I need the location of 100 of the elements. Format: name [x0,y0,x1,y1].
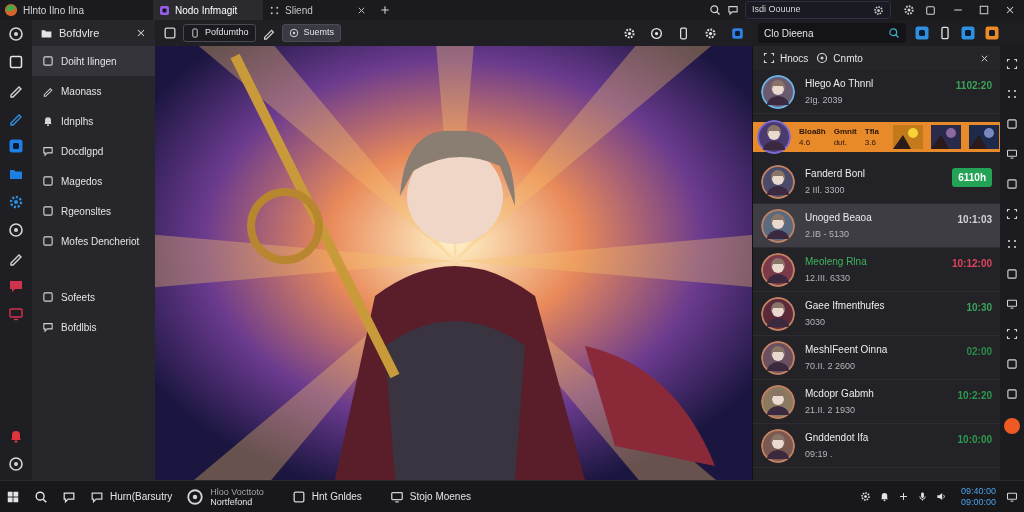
circle-icon[interactable] [8,456,24,472]
plus-icon[interactable] [379,4,391,16]
sidebar-item[interactable]: Maonass [32,76,155,106]
circle-icon[interactable] [186,487,205,506]
windows-icon[interactable] [6,489,20,504]
tile-icon[interactable] [731,26,744,40]
dots-icon[interactable] [1006,88,1018,100]
speaker-icon[interactable] [935,491,947,502]
tile-icon[interactable] [984,25,1000,41]
sidebar-item[interactable]: Mofes Dencheriot [32,226,155,256]
tab[interactable]: Nodo Infmagit [153,0,263,20]
bubble-icon[interactable] [8,278,24,294]
panel-tab[interactable]: Cnmto [816,50,863,66]
bell-icon[interactable] [42,115,54,127]
pen-icon[interactable] [42,85,54,97]
chat-item[interactable]: Unoged Beaoa 2.IB - 5130 10:1:03 [753,204,1000,248]
chat-icon[interactable] [42,145,54,157]
chat-icon[interactable] [62,489,76,504]
sidebar-item[interactable]: Magedos [32,166,155,196]
message-time: 2Ig. 2039 [805,93,844,107]
square-icon[interactable] [8,54,24,70]
square-icon[interactable] [42,291,54,303]
sidebar-item[interactable]: Rgeonsltes [32,196,155,226]
square-icon[interactable] [925,4,936,16]
promo-banner[interactable]: Bloa8h 4.6 Gmnit dut. Tfla 3.6 [753,122,1000,152]
chat-item[interactable]: Gnddendot Ifa 09:19 . 10:0:00 [753,424,1000,468]
close-icon[interactable] [1004,4,1016,16]
circle-icon[interactable] [8,26,24,42]
search-icon[interactable] [709,4,721,16]
contact-name: Unoged Beaoa [805,210,873,225]
tile-icon[interactable] [8,138,24,154]
chat-item[interactable]: Mcdopr Gabmh 21.II. 2 1930 10:2:20 [753,380,1000,424]
frame-icon[interactable] [1006,328,1018,340]
square-icon[interactable] [1006,358,1018,370]
square-icon[interactable] [42,235,54,247]
plus-icon[interactable] [897,491,909,502]
chat-icon[interactable] [90,489,104,504]
frame-icon[interactable] [1006,208,1018,220]
contact-name: MeshIFeent Oinna [805,342,889,357]
tile-icon[interactable] [960,25,976,41]
phone-icon[interactable] [190,28,200,38]
square-icon[interactable] [1006,178,1018,190]
search-icon[interactable] [34,489,48,504]
avatar-drawing [761,164,795,199]
square-icon[interactable] [1006,118,1018,130]
dots-icon[interactable] [269,4,280,16]
frame-icon[interactable] [1006,58,1018,70]
square-icon[interactable] [42,205,54,217]
monitor-icon[interactable] [1006,490,1018,503]
search-icon[interactable] [888,27,900,39]
search-field[interactable]: Clo Dieena [758,23,906,43]
gear-icon[interactable] [859,491,871,502]
circle-icon[interactable] [816,52,829,64]
square-icon[interactable] [163,26,177,40]
sidebar-item[interactable]: Bofdlbis [32,312,155,342]
toolbar-button[interactable]: Suemts [281,24,342,42]
toolbar-button[interactable]: Pofdumtho [183,24,256,42]
chat-icon[interactable] [42,321,54,333]
square-icon[interactable] [42,175,54,187]
tile-icon[interactable] [914,25,930,41]
timestamp: 10:30 [966,301,992,315]
phone-icon[interactable] [938,26,952,40]
contact-name: Mcdopr Gabmh [805,386,875,401]
frame-icon[interactable] [763,52,775,64]
stat-value: 4.6 [799,137,812,148]
chat-item[interactable]: MeshIFeent Oinna 70.II. 2 2600 02:00 [753,336,1000,380]
notification-dot-icon [1004,418,1020,434]
monitor-icon[interactable] [1006,298,1018,310]
sidebar-item[interactable]: Docdlgpd [32,136,155,166]
phone-icon[interactable] [677,26,690,40]
panel-tab[interactable]: Hnocs [763,50,809,66]
square-icon[interactable] [1006,268,1018,280]
circle-icon[interactable] [8,222,24,238]
chat-icon[interactable] [727,4,739,16]
sidebar-item[interactable]: Idnplhs [32,106,155,136]
sidebar-item[interactable]: Sofeets [32,282,155,312]
dots-icon[interactable] [1006,238,1018,250]
taskbar-item[interactable]: Stojo Moenes [389,489,471,504]
close-icon[interactable] [135,27,147,39]
search-field[interactable]: Isdi Oouune [745,1,891,19]
time-badge: 6110h [952,168,992,187]
maximize-icon[interactable] [978,4,990,16]
chat-item[interactable]: Gaee Ifmenthufes 3030 10:30 [753,292,1000,336]
tile-icon[interactable] [159,4,170,16]
chat-item[interactable]: Meoleng Rlna 12.III. 6330 10:12:00 [753,248,1000,292]
square-icon[interactable] [42,55,54,67]
square-icon[interactable] [291,489,306,504]
taskbar-item[interactable]: Hurn(Barsutry [90,489,173,504]
taskbar-item[interactable]: Hloo Vocttoto Nortfefond [186,486,264,507]
monitor-icon[interactable] [1006,148,1018,160]
monitor-icon[interactable] [389,489,404,504]
circle-icon[interactable] [288,28,299,38]
chat-item[interactable]: Hlego Ao Thnnl 2Ig. 2039 1102:20 [753,70,1000,114]
circle-icon[interactable] [650,26,663,40]
taskbar-item[interactable]: Hnt Gnldes [291,489,362,504]
contact-name: Fanderd Bonl [805,166,867,181]
square-icon[interactable] [1006,388,1018,400]
sidebar-item[interactable]: Doiht Ilingen [32,46,155,76]
message-time: 70.II. 2 2600 [805,359,857,373]
mic-icon[interactable] [916,491,928,502]
